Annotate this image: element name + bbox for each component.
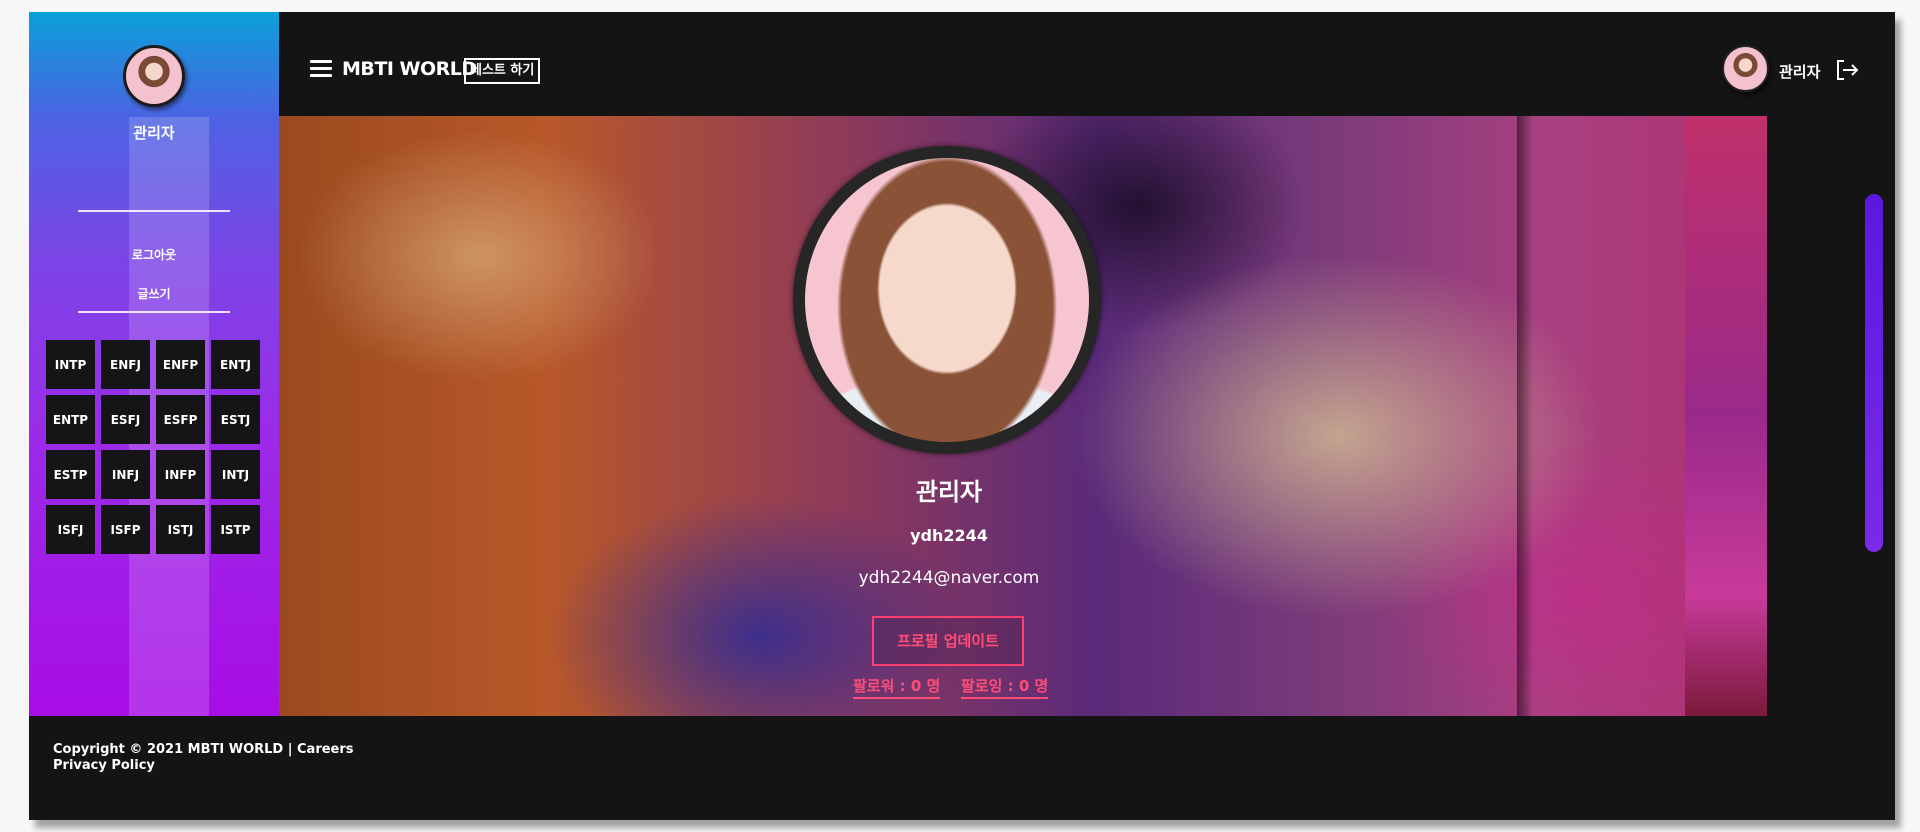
mbti-type-button[interactable]: INFJ <box>101 450 150 499</box>
top-header: MBTI WORLD 테스트 하기 관리자 <box>279 12 1895 116</box>
profile-avatar <box>793 146 1101 454</box>
mbti-type-button[interactable]: ENFP <box>156 340 205 389</box>
hero-edge-shadow <box>1517 116 1533 716</box>
profile-user-id: ydh2244 <box>910 526 988 545</box>
header-avatar[interactable] <box>1722 45 1769 92</box>
mbti-type-button[interactable]: INTJ <box>211 450 260 499</box>
mbti-type-button[interactable]: ISTJ <box>156 505 205 554</box>
mbti-type-button[interactable]: ESFP <box>156 395 205 444</box>
mbti-type-button[interactable]: ESTJ <box>211 395 260 444</box>
hamburger-icon[interactable] <box>310 60 332 78</box>
mbti-type-button[interactable]: ENFJ <box>101 340 150 389</box>
logout-icon[interactable] <box>1835 59 1859 81</box>
sidebar: 관리자 로그아웃 글쓰기 INTP ENFJ ENFP ENTJ ENTP ES… <box>29 12 279 716</box>
footer-copyright: Copyright © 2021 MBTI WORLD | Careers <box>53 742 354 757</box>
mbti-type-button[interactable]: ENTJ <box>211 340 260 389</box>
scrollbar-thumb[interactable] <box>1865 194 1883 552</box>
sidebar-logout-link[interactable]: 로그아웃 <box>29 246 279 263</box>
header-user-name[interactable]: 관리자 <box>1779 61 1820 82</box>
app-frame: 관리자 로그아웃 글쓰기 INTP ENFJ ENFP ENTJ ENTP ES… <box>29 12 1895 820</box>
sidebar-write-link[interactable]: 글쓰기 <box>29 285 279 302</box>
mbti-type-button[interactable]: ENTP <box>46 395 95 444</box>
brand-logo[interactable]: MBTI WORLD <box>342 58 477 80</box>
mbti-type-grid: INTP ENFJ ENFP ENTJ ENTP ESFJ ESFP ESTJ … <box>46 340 262 554</box>
profile-email: ydh2244@naver.com <box>858 568 1040 588</box>
hero-side-panel <box>1685 116 1767 716</box>
footer-privacy-link[interactable]: Privacy Policy <box>53 758 354 774</box>
followers-link[interactable]: 팔로워 : 0 명 <box>853 675 941 699</box>
sidebar-avatar[interactable] <box>123 45 185 107</box>
mbti-type-button[interactable]: INTP <box>46 340 95 389</box>
mbti-type-button[interactable]: ESFJ <box>101 395 150 444</box>
mbti-type-button[interactable]: ESTP <box>46 450 95 499</box>
mbti-type-button[interactable]: ISFP <box>101 505 150 554</box>
sidebar-user-name: 관리자 <box>133 124 175 142</box>
profile-hero: 관리자 ydh2244 ydh2244@naver.com 프로필 업데이트 팔… <box>279 116 1767 716</box>
sidebar-divider-top <box>78 210 230 212</box>
mbti-type-button[interactable]: INFP <box>156 450 205 499</box>
test-button[interactable]: 테스트 하기 <box>464 58 541 84</box>
update-profile-button[interactable]: 프로필 업데이트 <box>872 616 1024 666</box>
mbti-type-button[interactable]: ISTP <box>211 505 260 554</box>
profile-name: 관리자 <box>915 478 983 506</box>
sidebar-divider-bottom <box>78 311 230 313</box>
footer: Copyright © 2021 MBTI WORLD | Careers Pr… <box>53 742 354 774</box>
following-link[interactable]: 팔로잉 : 0 명 <box>961 675 1049 699</box>
mbti-type-button[interactable]: ISFJ <box>46 505 95 554</box>
